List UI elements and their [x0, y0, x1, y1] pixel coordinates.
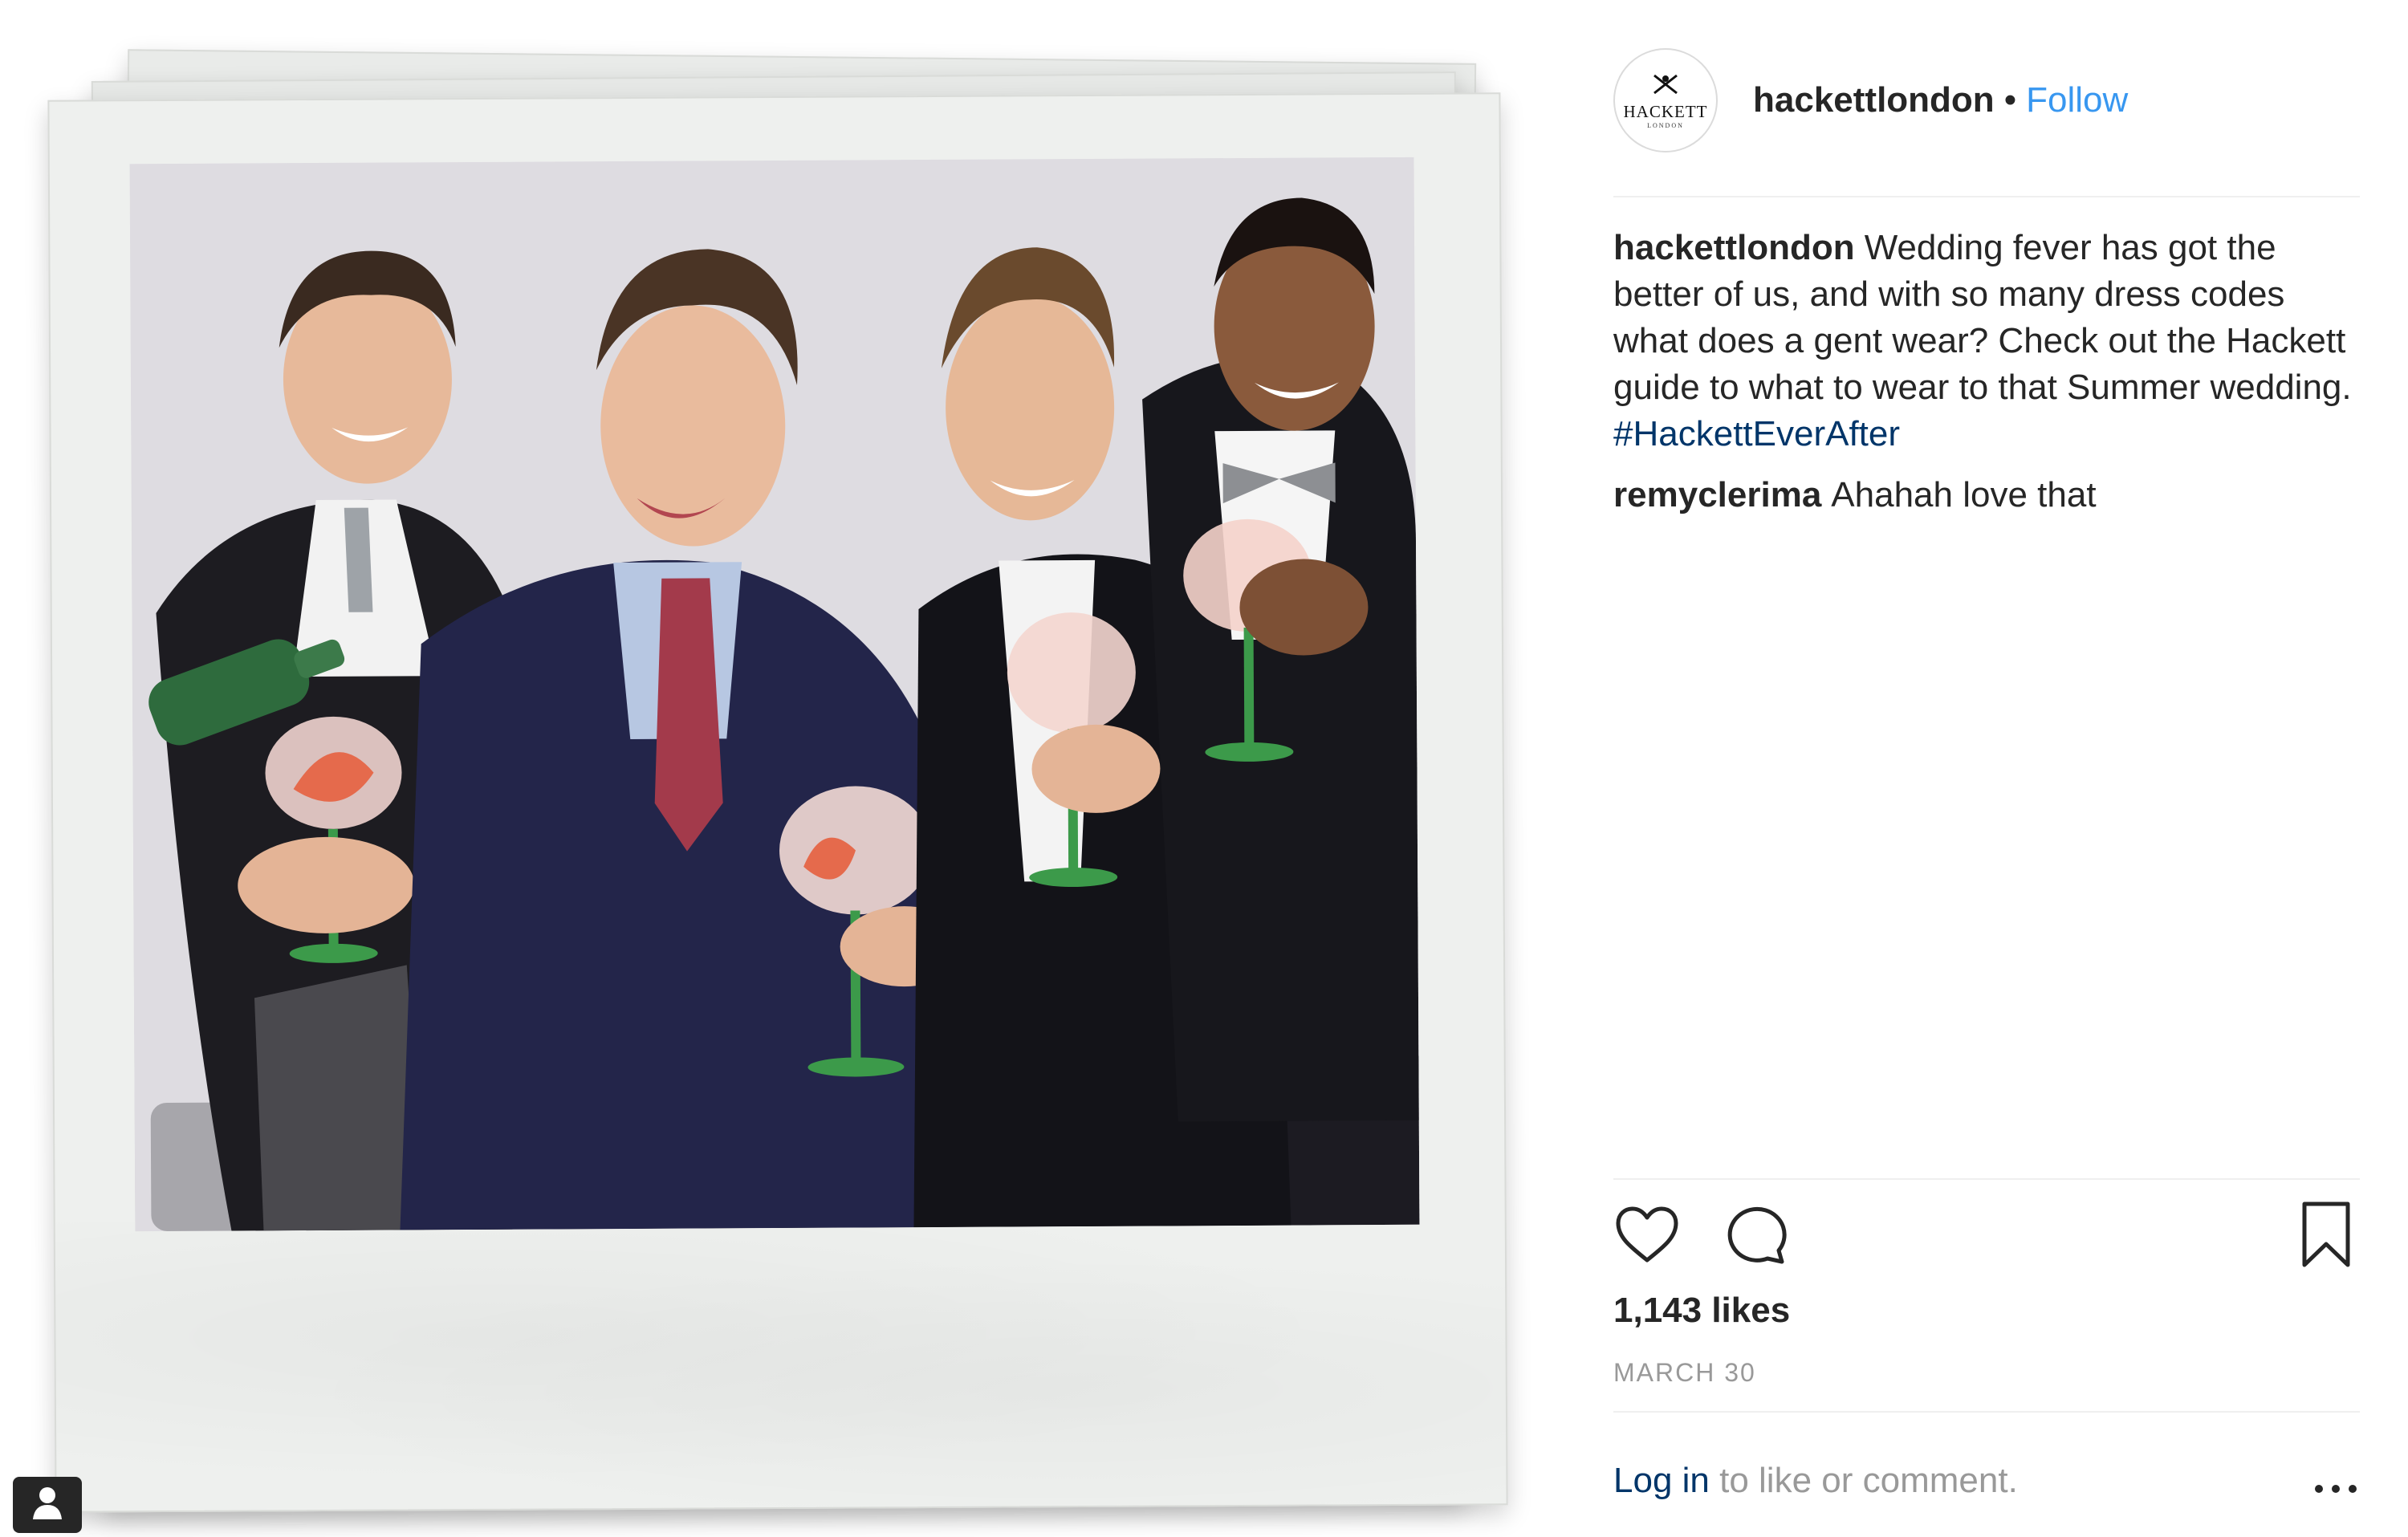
comment-text: Ahahah love that: [1831, 475, 2097, 514]
action-bar: [1613, 1202, 2360, 1283]
comments-list: hackettlondon Wedding fever has got the b…: [1613, 225, 2352, 533]
header-separator: •: [2003, 80, 2017, 120]
caption-comment: hackettlondon Wedding fever has got the b…: [1613, 225, 2352, 457]
header-divider: [1613, 196, 2360, 197]
heart-icon: [1615, 1206, 1679, 1267]
bookmark-icon: [2300, 1201, 2353, 1272]
header-username-link[interactable]: hackettlondon: [1753, 80, 1995, 120]
hackett-logo-icon: [1649, 72, 1682, 100]
speech-bubble-icon: [1723, 1204, 1787, 1269]
instagram-post: HACKETT LONDON hackettlondon • Follow ha…: [0, 0, 2408, 1537]
post-header: HACKETT LONDON hackettlondon • Follow: [1613, 40, 2384, 161]
post-photo: [129, 157, 1420, 1232]
comment-username-link[interactable]: hackettlondon: [1613, 228, 1855, 267]
footer-divider: [1613, 1411, 2360, 1413]
follow-button[interactable]: Follow: [2026, 80, 2128, 120]
comment-username-link[interactable]: remyclerima: [1613, 475, 1821, 514]
avatar-logo-sub: LONDON: [1647, 121, 1684, 129]
login-prompt-text: to like or comment.: [1709, 1461, 2018, 1500]
login-link[interactable]: Log in: [1613, 1461, 1710, 1500]
list-item: remyclerima Ahahah love that: [1613, 472, 2352, 518]
post-sidebar: HACKETT LONDON hackettlondon • Follow ha…: [1613, 0, 2384, 1537]
more-options-button[interactable]: [2312, 1467, 2360, 1499]
hashtag-link[interactable]: #HackettEverAfter: [1613, 411, 2352, 457]
post-date[interactable]: MARCH 30: [1613, 1358, 1756, 1388]
comment-button[interactable]: [1721, 1202, 1788, 1270]
actions-divider: [1613, 1178, 2360, 1180]
likes-count[interactable]: 1,143 likes: [1613, 1291, 1790, 1331]
user-tag-button[interactable]: [13, 1477, 82, 1533]
avatar-logo-word: HACKETT: [1623, 101, 1708, 121]
avatar[interactable]: HACKETT LONDON: [1613, 48, 1718, 152]
more-dots-icon: [2313, 1463, 2358, 1503]
save-button[interactable]: [2292, 1202, 2360, 1270]
post-media[interactable]: [0, 0, 1573, 1537]
person-icon: [31, 1486, 63, 1525]
login-prompt: Log in to like or comment.: [1613, 1461, 2360, 1509]
photo-illustration: [129, 157, 1420, 1232]
like-button[interactable]: [1613, 1202, 1681, 1270]
